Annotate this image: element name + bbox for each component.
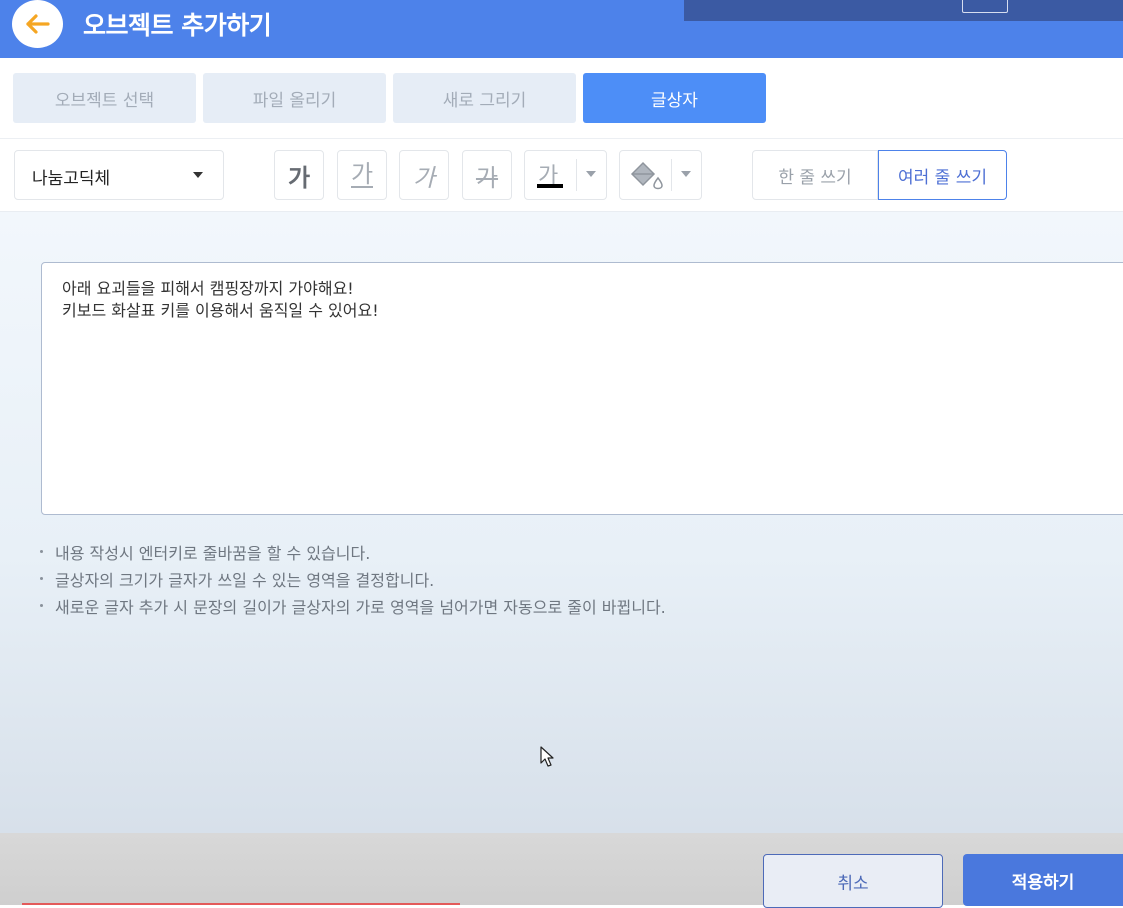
caret-down-icon xyxy=(586,171,596,177)
divider xyxy=(671,159,672,191)
tips-list: 내용 작성시 엔터키로 줄바꿈을 할 수 있습니다. 글상자의 크기가 글자가 … xyxy=(40,540,666,621)
header-overlay-bar xyxy=(684,0,1123,21)
caret-down-icon xyxy=(193,172,203,178)
tab-textbox[interactable]: 글상자 xyxy=(583,73,766,123)
bold-button[interactable]: 가 xyxy=(274,150,324,200)
tab-new-drawing[interactable]: 새로 그리기 xyxy=(393,73,576,123)
font-family-select[interactable]: 나눔고딕체 xyxy=(14,150,224,200)
text-toolbar: 나눔고딕체 가 가 가 가 가 한 줄 쓰기 여러 줄 쓰기 xyxy=(0,139,1123,211)
strike-label: 가 xyxy=(475,163,499,192)
divider xyxy=(576,159,577,191)
textbox-input[interactable]: 아래 요괴들을 피해서 캠핑장까지 가야해요! 키보드 화살표 키를 이용해서 … xyxy=(41,262,1123,515)
arrow-left-icon xyxy=(25,14,50,34)
single-line-button[interactable]: 한 줄 쓰기 xyxy=(752,150,878,200)
caret-down-icon xyxy=(681,171,691,177)
tab-upload-file[interactable]: 파일 올리기 xyxy=(203,73,386,123)
overlay-box xyxy=(962,0,1008,13)
tip-item: 새로운 글자 추가 시 문장의 길이가 글상자의 가로 영역을 넘어가면 자동으… xyxy=(40,594,666,621)
cancel-button[interactable]: 취소 xyxy=(763,854,943,908)
underline-button[interactable]: 가 xyxy=(337,150,387,200)
strikethrough-button[interactable]: 가 xyxy=(462,150,512,200)
bold-label: 가 xyxy=(287,163,311,192)
italic-label: 가 xyxy=(412,163,436,192)
tip-item: 내용 작성시 엔터키로 줄바꿈을 할 수 있습니다. xyxy=(40,540,666,567)
tab-select-object[interactable]: 오브젝트 선택 xyxy=(13,73,196,123)
footer-bar: 취소 적용하기 xyxy=(0,833,1123,908)
font-family-value: 나눔고딕체 xyxy=(32,169,111,189)
back-button[interactable] xyxy=(12,0,63,48)
content-area: 아래 요괴들을 피해서 캠핑장까지 가야해요! 키보드 화살표 키를 이용해서 … xyxy=(0,212,1123,833)
underline-label: 가 xyxy=(350,160,374,188)
multi-line-button[interactable]: 여러 줄 쓰기 xyxy=(878,150,1007,200)
text-color-button[interactable]: 가 xyxy=(524,150,607,200)
italic-button[interactable]: 가 xyxy=(399,150,449,200)
mouse-pointer-icon xyxy=(540,746,554,767)
text-color-swatch xyxy=(537,184,563,188)
paint-bucket-icon xyxy=(630,161,663,190)
page-title: 오브젝트 추가하기 xyxy=(83,11,272,40)
header-bar: 오브젝트 추가하기 xyxy=(0,0,1123,58)
tip-item: 글상자의 크기가 글자가 쓰일 수 있는 영역을 결정합니다. xyxy=(40,567,666,594)
fill-color-button[interactable] xyxy=(619,150,702,200)
apply-button[interactable]: 적용하기 xyxy=(963,854,1123,906)
